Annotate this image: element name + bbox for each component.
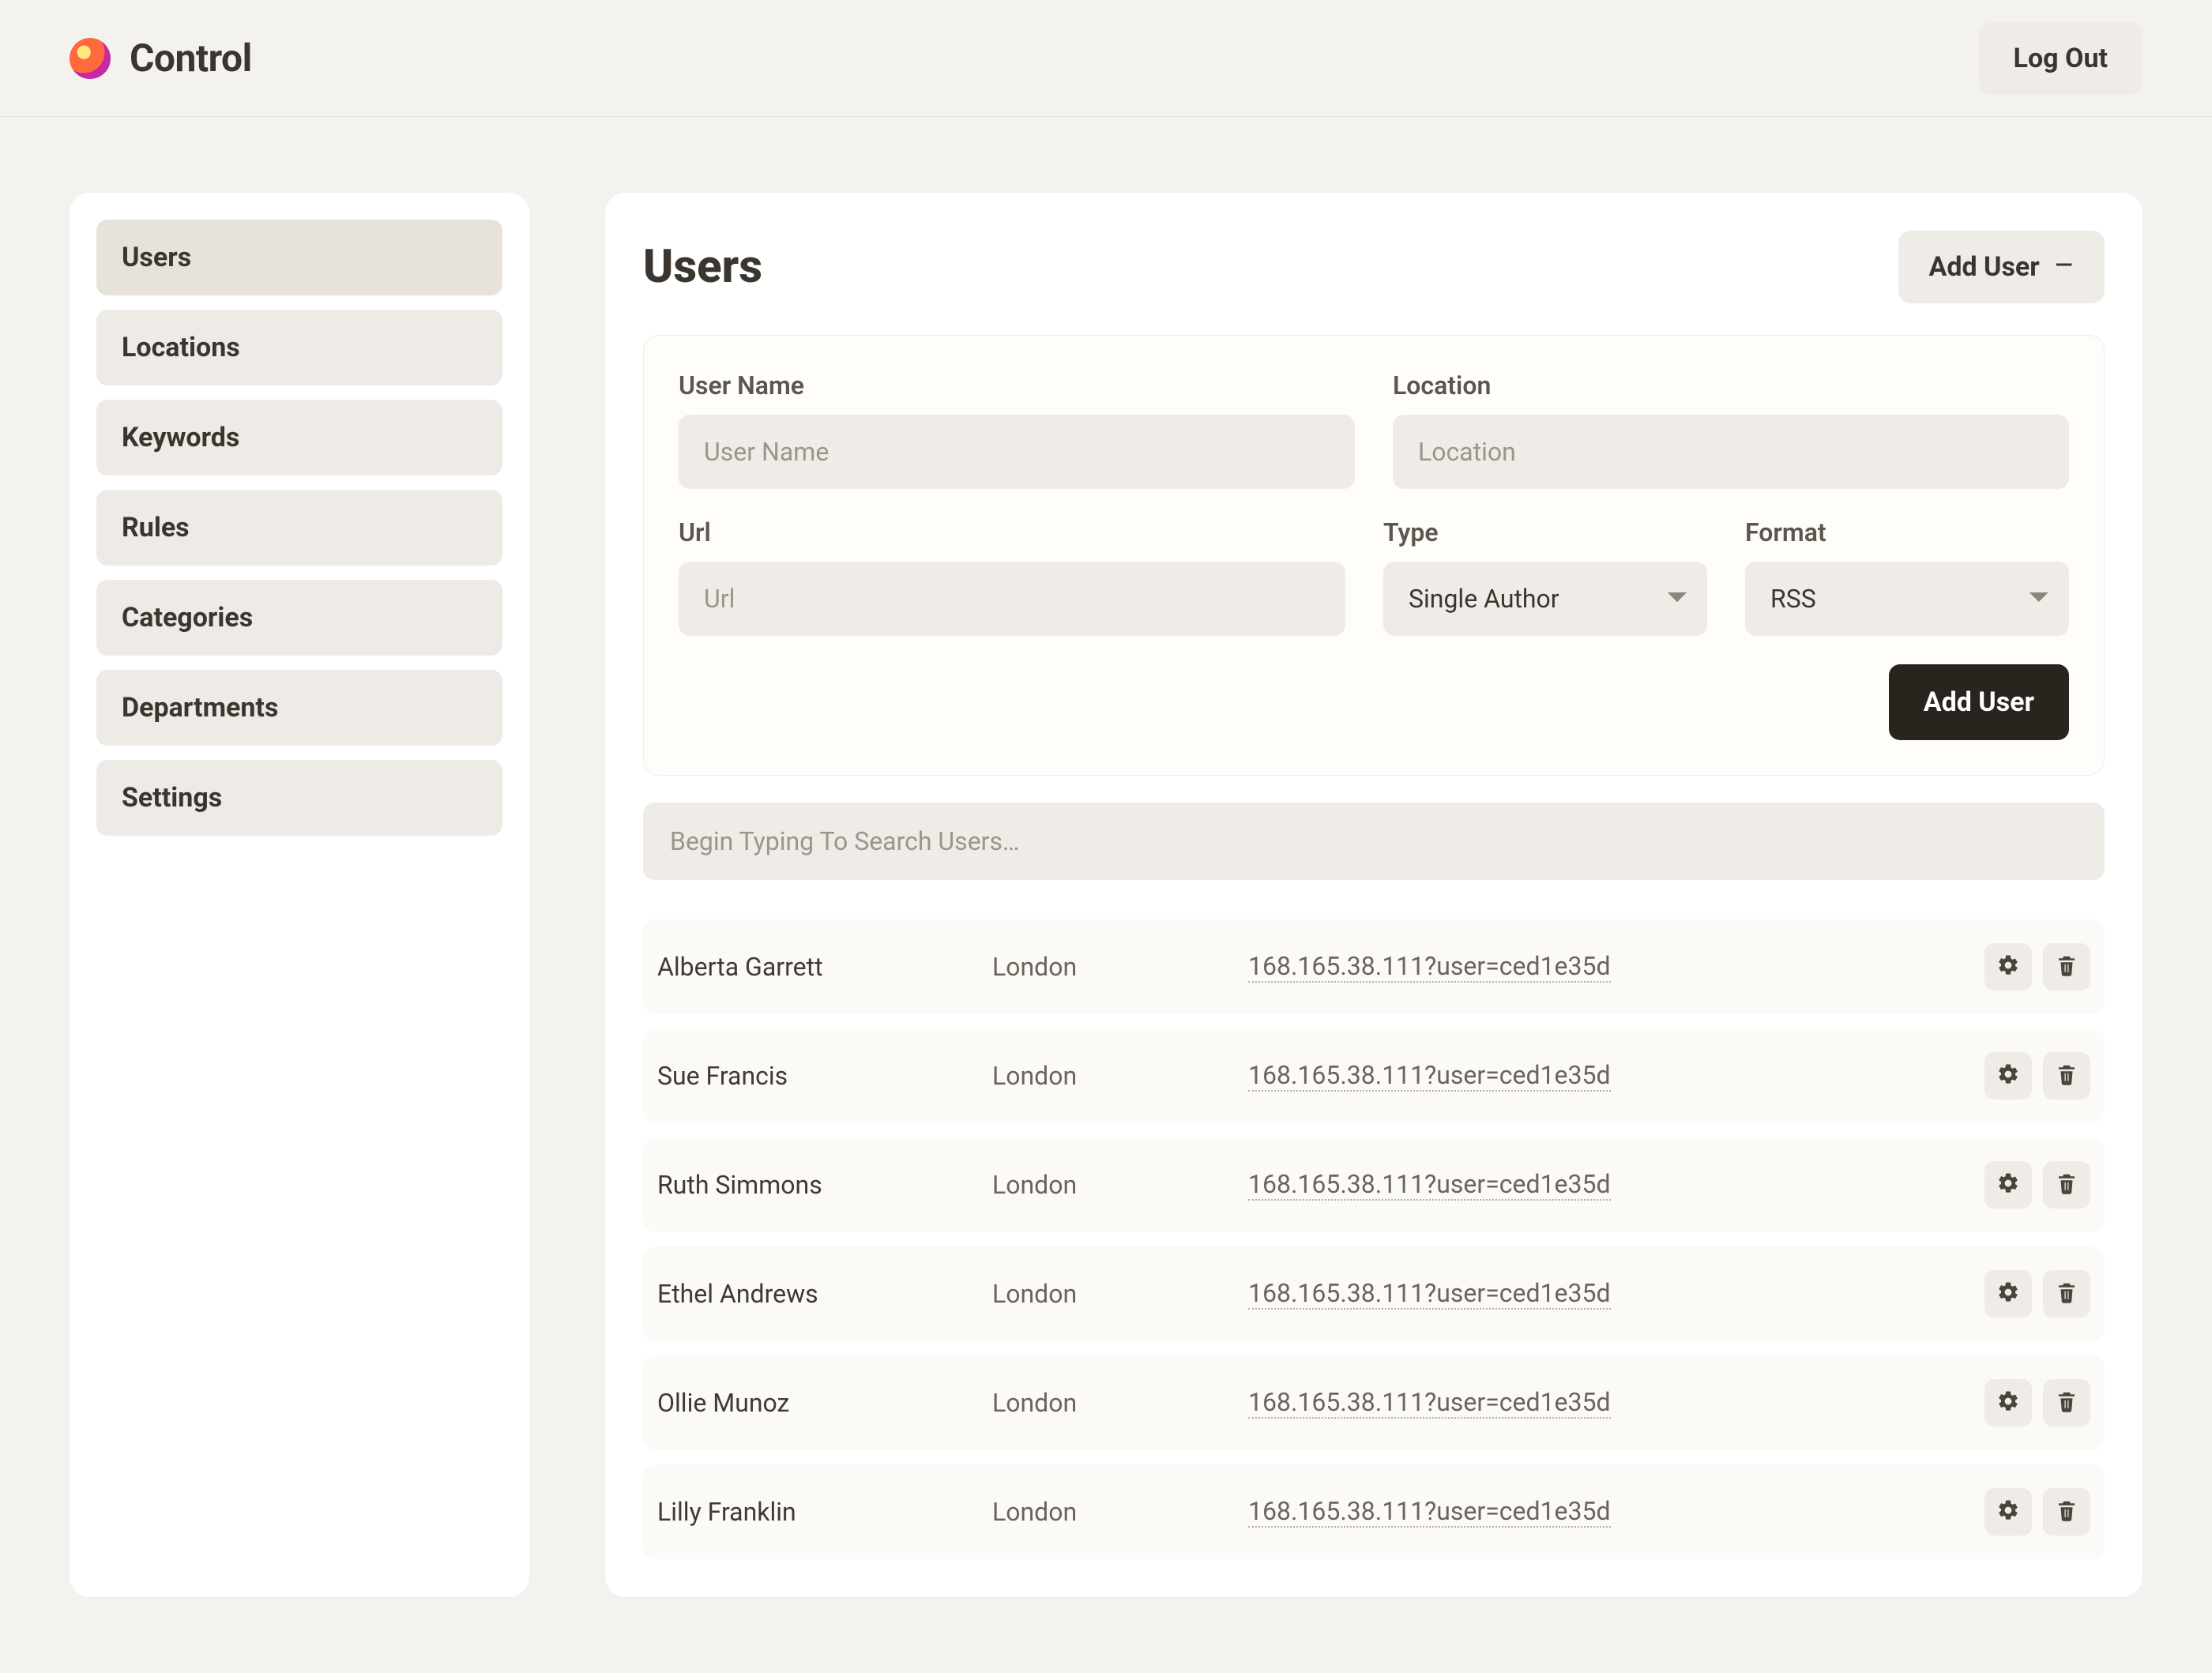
brand: Control: [70, 36, 252, 81]
add-user-form: User Name Location Url Type Single Autho…: [643, 335, 2105, 776]
settings-button[interactable]: [1984, 1379, 2032, 1427]
user-row: Ruth SimmonsLondon168.165.38.111?user=ce…: [643, 1137, 2105, 1232]
user-location: London: [992, 952, 1245, 982]
user-row: Ethel AndrewsLondon168.165.38.111?user=c…: [643, 1246, 2105, 1341]
logout-button[interactable]: Log Out: [1979, 22, 2142, 95]
user-url-link[interactable]: 168.165.38.111?user=ced1e35d: [1248, 1278, 1611, 1310]
sidebar-item-departments[interactable]: Departments: [96, 670, 502, 746]
row-actions: [1984, 1379, 2090, 1427]
field-location: Location: [1393, 370, 2069, 489]
settings-button[interactable]: [1984, 1052, 2032, 1100]
user-name: Sue Francis: [657, 1061, 989, 1091]
row-actions: [1984, 1161, 2090, 1209]
trash-icon: [2055, 1280, 2078, 1307]
field-url: Url: [679, 517, 1345, 636]
label-type: Type: [1383, 517, 1707, 547]
user-name: Ollie Munoz: [657, 1388, 989, 1418]
brand-logo-icon: [70, 38, 111, 79]
user-location: London: [992, 1497, 1245, 1527]
gear-icon: [1996, 1280, 2020, 1307]
add-user-toggle-button[interactable]: Add User –: [1898, 231, 2105, 303]
settings-button[interactable]: [1984, 1161, 2032, 1209]
sidebar-item-users[interactable]: Users: [96, 220, 502, 295]
select-format[interactable]: RSS: [1745, 562, 2069, 636]
delete-button[interactable]: [2043, 1161, 2090, 1209]
user-name: Ruth Simmons: [657, 1170, 989, 1200]
row-actions: [1984, 1488, 2090, 1536]
gear-icon: [1996, 953, 2020, 980]
delete-button[interactable]: [2043, 1379, 2090, 1427]
field-user-name: User Name: [679, 370, 1355, 489]
page-title: Users: [643, 240, 762, 294]
input-url[interactable]: [679, 562, 1345, 636]
field-type: Type Single Author: [1383, 517, 1707, 636]
label-url: Url: [679, 517, 1345, 547]
sidebar-item-settings[interactable]: Settings: [96, 760, 502, 836]
delete-button[interactable]: [2043, 1270, 2090, 1318]
user-row: Ollie MunozLondon168.165.38.111?user=ced…: [643, 1355, 2105, 1450]
sidebar-item-categories[interactable]: Categories: [96, 580, 502, 656]
user-location: London: [992, 1388, 1245, 1418]
sidebar-item-rules[interactable]: Rules: [96, 490, 502, 566]
trash-icon: [2055, 1498, 2078, 1525]
trash-icon: [2055, 1062, 2078, 1089]
trash-icon: [2055, 953, 2078, 980]
settings-button[interactable]: [1984, 1270, 2032, 1318]
submit-add-user-button[interactable]: Add User: [1889, 664, 2069, 740]
user-url-link[interactable]: 168.165.38.111?user=ced1e35d: [1248, 951, 1611, 983]
settings-button[interactable]: [1984, 943, 2032, 991]
user-url-link[interactable]: 168.165.38.111?user=ced1e35d: [1248, 1169, 1611, 1201]
label-user-name: User Name: [679, 370, 1355, 400]
main-header: Users Add User –: [643, 231, 2105, 303]
row-actions: [1984, 1270, 2090, 1318]
user-location: London: [992, 1061, 1245, 1091]
label-location: Location: [1393, 370, 2069, 400]
trash-icon: [2055, 1389, 2078, 1416]
search-wrap: [643, 803, 2105, 880]
gear-icon: [1996, 1498, 2020, 1525]
gear-icon: [1996, 1062, 2020, 1089]
brand-name: Control: [130, 36, 252, 81]
user-name: Lilly Franklin: [657, 1497, 989, 1527]
user-location: London: [992, 1170, 1245, 1200]
user-list: Alberta GarrettLondon168.165.38.111?user…: [643, 919, 2105, 1559]
main-panel: Users Add User – User Name Location: [605, 193, 2142, 1597]
user-url-link[interactable]: 168.165.38.111?user=ced1e35d: [1248, 1060, 1611, 1092]
input-location[interactable]: [1393, 415, 2069, 489]
delete-button[interactable]: [2043, 943, 2090, 991]
gear-icon: [1996, 1389, 2020, 1416]
settings-button[interactable]: [1984, 1488, 2032, 1536]
label-format: Format: [1745, 517, 2069, 547]
user-row: Lilly FranklinLondon168.165.38.111?user=…: [643, 1464, 2105, 1559]
sidebar-item-keywords[interactable]: Keywords: [96, 400, 502, 476]
input-user-name[interactable]: [679, 415, 1355, 489]
user-name: Alberta Garrett: [657, 952, 989, 982]
top-bar: Control Log Out: [0, 0, 2212, 117]
user-url-link[interactable]: 168.165.38.111?user=ced1e35d: [1248, 1387, 1611, 1419]
add-user-toggle-label: Add User: [1928, 251, 2039, 283]
gear-icon: [1996, 1171, 2020, 1198]
field-format: Format RSS: [1745, 517, 2069, 636]
page-layout: Users Locations Keywords Rules Categories Dep…: [0, 117, 2212, 1673]
delete-button[interactable]: [2043, 1488, 2090, 1536]
search-users-input[interactable]: [643, 803, 2105, 880]
delete-button[interactable]: [2043, 1052, 2090, 1100]
user-name: Ethel Andrews: [657, 1279, 989, 1309]
row-actions: [1984, 943, 2090, 991]
user-url-link[interactable]: 168.165.38.111?user=ced1e35d: [1248, 1496, 1611, 1528]
sidebar: Users Locations Keywords Rules Categories Dep…: [70, 193, 529, 1597]
user-location: London: [992, 1279, 1245, 1309]
user-row: Alberta GarrettLondon168.165.38.111?user…: [643, 919, 2105, 1014]
sidebar-item-locations[interactable]: Locations: [96, 310, 502, 385]
select-type[interactable]: Single Author: [1383, 562, 1707, 636]
user-row: Sue FrancisLondon168.165.38.111?user=ced…: [643, 1028, 2105, 1123]
row-actions: [1984, 1052, 2090, 1100]
trash-icon: [2055, 1171, 2078, 1198]
